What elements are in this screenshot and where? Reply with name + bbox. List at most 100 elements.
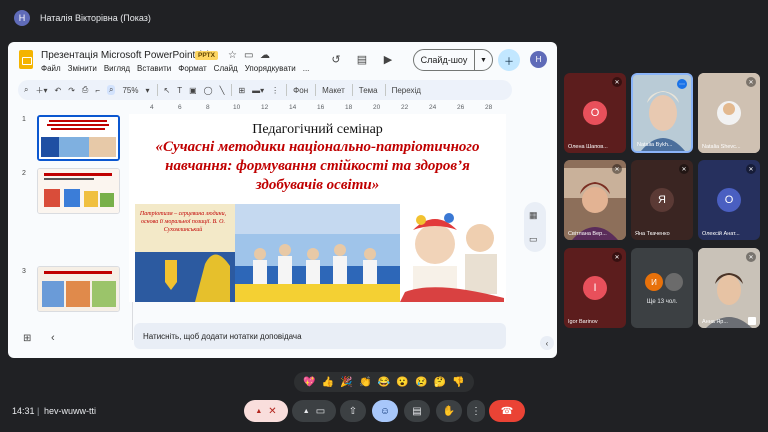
participant-photo-avatar xyxy=(665,273,683,291)
print-icon[interactable]: ⎙ xyxy=(82,85,88,95)
meeting-code[interactable]: hev-wuww-tti xyxy=(44,406,96,416)
participant-avatar: Я xyxy=(650,188,674,212)
cloud-status-icon[interactable]: ☁ xyxy=(260,50,270,61)
image-icon[interactable]: ▣ xyxy=(189,86,197,95)
participant-tile[interactable]: ✕ Natalia Shevc... xyxy=(698,73,760,153)
participant-tile[interactable]: ✕ Анна Яр... xyxy=(698,248,760,328)
background-button[interactable]: Фон xyxy=(293,86,308,95)
more-vert-icon[interactable]: ⋮ xyxy=(271,86,279,95)
chevron-left-icon[interactable]: ‹ xyxy=(540,336,554,350)
thumbnail-number: 2 xyxy=(22,170,26,177)
leave-call-button[interactable]: ☎ xyxy=(489,400,525,422)
speaker-notes[interactable]: Натисніть, щоб додати нотатки доповідача xyxy=(134,323,506,349)
shape-icon[interactable]: ◯ xyxy=(204,86,213,95)
select-cursor-icon[interactable]: ↖ xyxy=(164,86,171,95)
menu-edit[interactable]: Змінити xyxy=(68,64,97,73)
participant-name: Natalia Shevc... xyxy=(702,144,741,150)
move-folder-icon[interactable]: ▭ xyxy=(244,50,253,61)
participant-name: Natalia Bykh... xyxy=(637,142,673,148)
horizontal-ruler: 4 6 8 10 12 14 16 18 20 22 24 26 28 xyxy=(138,104,514,114)
reaction-surprised-icon[interactable]: 😮 xyxy=(396,377,408,388)
emoji-icon: ☺ xyxy=(379,405,391,417)
reaction-thumbs-down-icon[interactable]: 👎 xyxy=(452,377,464,388)
reaction-sad-icon[interactable]: 😢 xyxy=(415,377,427,388)
participant-tile[interactable]: ✕ Я Яна Ткаченко xyxy=(631,160,693,240)
comments-icon[interactable]: ▤ xyxy=(352,49,372,69)
menu-slide[interactable]: Слайд xyxy=(214,64,238,73)
theme-button[interactable]: Тема xyxy=(359,86,378,95)
layout-button[interactable]: Макет xyxy=(322,86,345,95)
mic-toggle-button[interactable]: ▲ ✕ xyxy=(244,400,288,422)
slide-heading: Педагогічний семінар xyxy=(252,122,383,137)
slideshow-button[interactable]: Слайд-шоу ▼ xyxy=(413,49,493,71)
toolbar-divider xyxy=(231,84,233,96)
slide-thumbnail-3[interactable] xyxy=(37,266,120,312)
reaction-heart-icon[interactable]: 💖 xyxy=(303,377,315,388)
zoom-select[interactable]: 75% xyxy=(122,86,138,95)
speaking-indicator-icon: ⋯ xyxy=(677,79,687,89)
redo-icon[interactable]: ↷ xyxy=(68,86,75,95)
user-avatar[interactable]: Н xyxy=(530,51,547,68)
insert-panel-icon[interactable]: ▦ xyxy=(529,210,538,221)
ruler-tick: 24 xyxy=(429,104,437,111)
folder-icon[interactable]: ▭ xyxy=(529,234,538,245)
align-icon[interactable]: ▬▾ xyxy=(252,86,264,95)
captions-icon: ▤ xyxy=(412,405,422,417)
star-icon[interactable]: ☆ xyxy=(228,50,237,61)
search-icon[interactable]: ⌕ xyxy=(24,85,28,95)
slides-logo-icon[interactable] xyxy=(19,50,33,69)
participant-name: Яна Ткаченко xyxy=(635,231,670,237)
participant-tile[interactable]: ✕ Світлана Вер... xyxy=(564,160,626,240)
new-slide-icon[interactable]: ＋▾ xyxy=(35,85,47,96)
menu-format[interactable]: Формат xyxy=(178,64,206,73)
zoom-chevron-icon[interactable]: ▾ xyxy=(145,86,149,95)
menu-insert[interactable]: Вставити xyxy=(137,64,171,73)
grid-view-icon[interactable]: ⊞ xyxy=(23,333,31,344)
reaction-thinking-icon[interactable]: 🤔 xyxy=(434,377,446,388)
ruler-tick: 8 xyxy=(206,104,210,111)
presenter-avatar: Н xyxy=(14,10,30,26)
chevron-left-icon[interactable]: ‹ xyxy=(51,332,55,344)
menu-view[interactable]: Вигляд xyxy=(104,64,130,73)
menu-file[interactable]: Файл xyxy=(41,64,61,73)
zoom-icon[interactable]: ⌕ xyxy=(106,85,116,95)
ruler-tick: 10 xyxy=(233,104,241,111)
camera-toggle-button[interactable]: ▲ ▭ xyxy=(292,400,336,422)
participant-tile[interactable]: ✕ О Олена Шапов... xyxy=(564,73,626,153)
presenter-bar: Н Наталія Вікторівна (Показ) xyxy=(0,0,768,36)
clock: 14:31 xyxy=(12,406,35,416)
reaction-party-icon[interactable]: 🎉 xyxy=(340,377,352,388)
captions-button[interactable]: ▤ xyxy=(404,400,430,422)
menu-more[interactable]: ... xyxy=(303,64,310,73)
participant-tile[interactable]: ⋯ Natalia Bykh... xyxy=(631,73,693,153)
meet-camera-icon[interactable]: ▶ xyxy=(378,49,398,69)
history-icon[interactable]: ↺ xyxy=(326,49,346,69)
raise-hand-button[interactable]: ✋ xyxy=(436,400,462,422)
document-title[interactable]: Презентація Microsoft PowerPoint (1) xyxy=(41,50,210,61)
editing-toolbar: ⌕ ＋▾ ↶ ↷ ⎙ ⌐ ⌕ 75% ▾ ↖ T ▣ ◯ ╲ ⊞ ▬▾ ⋮ Фо… xyxy=(18,80,512,100)
comment-add-icon[interactable]: ⊞ xyxy=(238,86,245,95)
reaction-clap-icon[interactable]: 👏 xyxy=(359,377,371,388)
emoji-button[interactable]: ☺ xyxy=(372,400,398,422)
chevron-up-icon[interactable]: ▲ xyxy=(255,408,262,415)
slide-thumbnail-1[interactable] xyxy=(37,115,120,161)
main-slide[interactable]: Педагогічний семінар «Сучасні методики н… xyxy=(129,114,506,302)
reaction-thumbs-up-icon[interactable]: 👍 xyxy=(322,377,334,388)
share-button[interactable]: ＋ xyxy=(498,49,520,71)
paint-format-icon[interactable]: ⌐ xyxy=(95,86,100,95)
slide-thumbnail-2[interactable] xyxy=(37,168,120,214)
reaction-laugh-icon[interactable]: 😂 xyxy=(378,377,390,388)
participant-tile[interactable]: ✕ О Олексій Анат... xyxy=(698,160,760,240)
undo-icon[interactable]: ↶ xyxy=(55,86,62,95)
participant-tile[interactable]: ✕ I Igor Barinov xyxy=(564,248,626,328)
text-box-icon[interactable]: T xyxy=(177,86,182,95)
pin-icon[interactable] xyxy=(748,317,756,325)
more-options-button[interactable]: ⋮ xyxy=(467,400,485,422)
present-button[interactable]: ⇧ xyxy=(340,400,366,422)
line-icon[interactable]: ╲ xyxy=(220,86,225,95)
more-participants-tile[interactable]: И Ще 13 чол. xyxy=(631,248,693,328)
chevron-down-icon[interactable]: ▼ xyxy=(474,50,492,70)
transition-button[interactable]: Перехід xyxy=(392,86,421,95)
menu-arrange[interactable]: Упорядкувати xyxy=(245,64,296,73)
chevron-up-icon[interactable]: ▲ xyxy=(303,408,310,415)
